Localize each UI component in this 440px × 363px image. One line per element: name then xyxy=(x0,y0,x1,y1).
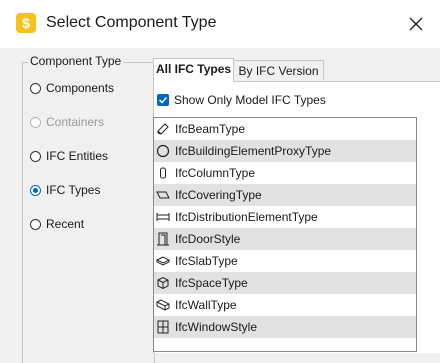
item-label: IfcDistributionElementType xyxy=(175,210,318,224)
beam-icon xyxy=(157,123,169,135)
column-icon xyxy=(160,167,166,179)
item-label: IfcWallType xyxy=(175,298,237,312)
list-item[interactable]: IfcSpaceType xyxy=(154,272,416,294)
item-label: IfcWindowStyle xyxy=(175,320,258,334)
radio-label: Components xyxy=(46,81,115,95)
radio-ifc-types[interactable]: IFC Types xyxy=(30,182,100,198)
component-type-group xyxy=(22,62,155,363)
radio-label: IFC Entities xyxy=(46,149,109,163)
list-item[interactable]: IfcDistributionElementType xyxy=(154,206,416,228)
slab-icon xyxy=(156,256,170,266)
item-label: IfcDoorStyle xyxy=(175,232,241,246)
radio-button[interactable] xyxy=(30,218,41,230)
list-item[interactable]: IfcColumnType xyxy=(154,162,416,184)
item-label: IfcBuildingElementProxyType xyxy=(175,144,332,158)
list-item[interactable]: IfcWallType xyxy=(154,294,416,316)
tab-by-ifc-version[interactable]: By IFC Version xyxy=(234,60,324,80)
space-icon xyxy=(157,276,169,290)
list-item[interactable]: IfcSlabType xyxy=(154,250,416,272)
window-icon xyxy=(157,320,169,334)
radio-recent[interactable]: Recent xyxy=(30,216,84,232)
checkbox[interactable] xyxy=(157,94,169,106)
close-button[interactable] xyxy=(404,12,428,36)
door-icon xyxy=(157,232,169,246)
app-s-icon: $ xyxy=(16,13,36,33)
covering-icon xyxy=(156,191,170,199)
show-only-model-ifc-types[interactable]: Show Only Model IFC Types xyxy=(157,92,326,108)
radio-button[interactable] xyxy=(30,184,41,196)
radio-containers: Containers xyxy=(30,114,104,130)
list-item[interactable]: IfcBuildingElementProxyType xyxy=(154,140,416,162)
window-title: Select Component Type xyxy=(46,14,217,31)
list-item[interactable]: IfcCoveringType xyxy=(154,184,416,206)
radio-button[interactable] xyxy=(30,82,41,94)
list-item[interactable]: IfcBeamType xyxy=(154,118,416,140)
tab-all-ifc-types[interactable]: All IFC Types xyxy=(153,58,234,82)
radio-label: Recent xyxy=(46,217,85,231)
radio-label: IFC Types xyxy=(46,183,101,197)
radio-ifc-entities[interactable]: IFC Entities xyxy=(30,148,108,164)
svg-text:$: $ xyxy=(22,15,30,31)
radio-label: Containers xyxy=(46,115,105,129)
close-icon xyxy=(409,17,423,31)
proxy-circle-icon xyxy=(156,144,170,158)
list-item[interactable]: IfcDoorStyle xyxy=(154,228,416,250)
checkmark-icon xyxy=(158,96,168,104)
item-label: IfcSlabType xyxy=(175,254,238,268)
radio-components[interactable]: Components xyxy=(30,80,114,96)
item-label: IfcBeamType xyxy=(175,122,246,136)
item-label: IfcColumnType xyxy=(175,166,256,180)
radio-button[interactable] xyxy=(30,150,41,162)
component-type-legend: Component Type xyxy=(28,54,124,68)
distribution-icon xyxy=(156,213,170,221)
ifc-type-list[interactable]: IfcBeamType IfcBuildingElementProxyType … xyxy=(153,117,417,352)
title-bar: $ Select Component Type xyxy=(0,0,440,48)
item-label: IfcCoveringType xyxy=(175,188,262,202)
checkbox-label: Show Only Model IFC Types xyxy=(174,93,326,107)
item-label: IfcSpaceType xyxy=(175,276,248,290)
wall-icon xyxy=(156,299,170,311)
radio-button xyxy=(30,116,41,128)
list-item[interactable]: IfcWindowStyle xyxy=(154,316,416,338)
